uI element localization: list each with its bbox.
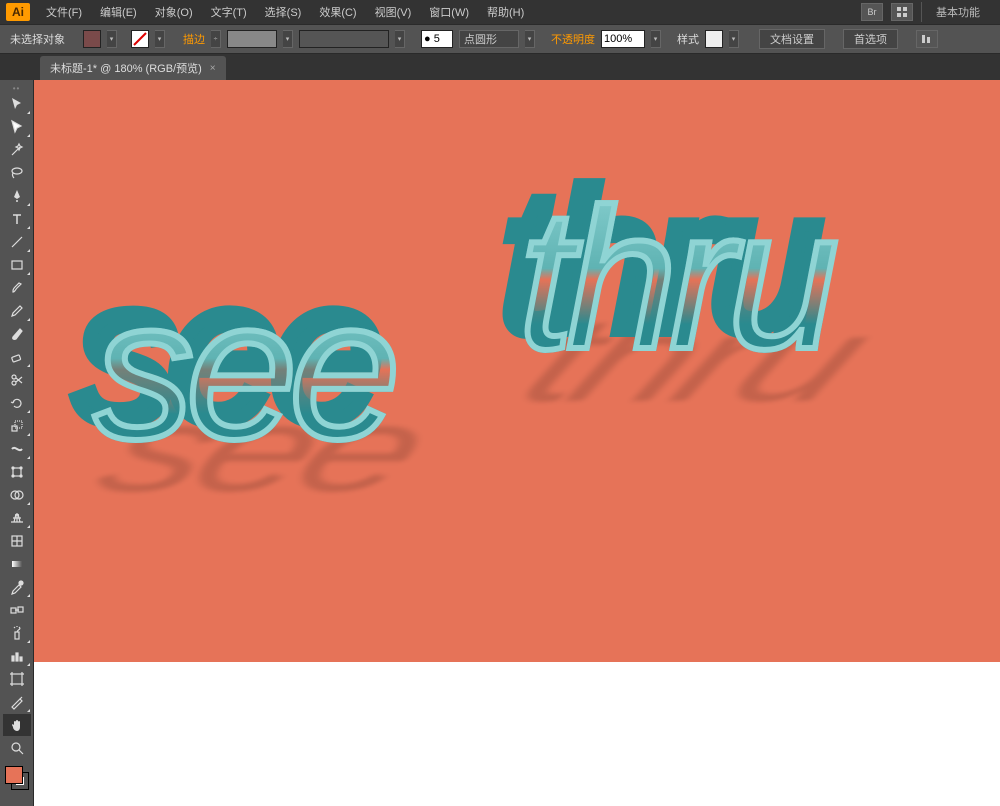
brush-label: 点圆形 (464, 31, 497, 47)
text-face: thru (518, 168, 831, 391)
perspective-grid-tool[interactable] (3, 507, 31, 529)
scale-tool[interactable] (3, 415, 31, 437)
stroke-swatch[interactable] (131, 30, 149, 48)
blend-tool[interactable] (3, 599, 31, 621)
eyedropper-tool[interactable] (3, 576, 31, 598)
rectangle-tool[interactable] (3, 254, 31, 276)
mesh-tool[interactable] (3, 530, 31, 552)
magic-wand-tool[interactable] (3, 139, 31, 161)
stroke-weight-dropdown[interactable]: ÷ (211, 30, 221, 48)
eraser-tool[interactable] (3, 346, 31, 368)
bridge-button[interactable]: Br (861, 3, 883, 21)
close-tab-button[interactable]: × (210, 63, 216, 74)
menu-file[interactable]: 文件(F) (38, 1, 90, 23)
menu-select[interactable]: 选择(S) (257, 1, 310, 23)
artboard-tool[interactable] (3, 668, 31, 690)
paintbrush-tool[interactable] (3, 277, 31, 299)
toolbox-grip[interactable]: •• (0, 84, 33, 92)
fill-swatch[interactable] (83, 30, 101, 48)
graphic-style-swatch[interactable] (705, 30, 723, 48)
opacity-label[interactable]: 不透明度 (551, 31, 595, 47)
text-face: see (94, 258, 392, 481)
no-stroke-icon (132, 31, 148, 47)
brush-definition[interactable]: 点圆形 (459, 30, 519, 48)
artboard: see see see thru thru thru (34, 80, 1000, 662)
fill-color-swatch[interactable] (5, 766, 23, 784)
align-button[interactable] (916, 30, 938, 48)
document-tab[interactable]: 未标题-1* @ 180% (RGB/预览) × (40, 56, 226, 80)
hand-tool[interactable] (3, 714, 31, 736)
variable-width-profile[interactable] (299, 30, 389, 48)
type-tool[interactable] (3, 208, 31, 230)
menu-edit[interactable]: 编辑(E) (92, 1, 145, 23)
stroke-label[interactable]: 描边 (183, 31, 205, 47)
artwork-text: see see see thru thru thru (94, 140, 831, 342)
dot-icon: ● (424, 33, 431, 45)
preferences-button[interactable]: 首选项 (843, 29, 898, 49)
menu-type[interactable]: 文字(T) (203, 1, 255, 23)
menu-object[interactable]: 对象(O) (147, 1, 201, 23)
opacity-field[interactable]: 100% (601, 30, 645, 48)
stroke-dropdown[interactable]: ▾ (155, 30, 165, 48)
vwp-arrow[interactable]: ▾ (395, 30, 405, 48)
document-tab-strip: 未标题-1* @ 180% (RGB/预览) × (0, 54, 1000, 80)
free-transform-tool[interactable] (3, 461, 31, 483)
column-graph-tool[interactable] (3, 645, 31, 667)
app-logo: Ai (6, 3, 30, 21)
stroke-weight-preview[interactable] (227, 30, 277, 48)
shape-builder-tool[interactable] (3, 484, 31, 506)
direct-selection-tool[interactable] (3, 116, 31, 138)
workspace-switcher[interactable]: 基本功能 (921, 2, 994, 22)
stroke-value: 5 (434, 33, 440, 45)
pencil-tool[interactable] (3, 300, 31, 322)
selection-tool[interactable] (3, 93, 31, 115)
align-icon (921, 34, 933, 44)
zoom-tool[interactable] (3, 737, 31, 759)
symbol-sprayer-tool[interactable] (3, 622, 31, 644)
grid-icon (896, 6, 908, 18)
width-tool[interactable] (3, 438, 31, 460)
menu-bar: Ai 文件(F) 编辑(E) 对象(O) 文字(T) 选择(S) 效果(C) 视… (0, 0, 1000, 24)
toolbox: •• (0, 80, 34, 806)
pen-tool[interactable] (3, 185, 31, 207)
slice-tool[interactable] (3, 691, 31, 713)
document-tab-title: 未标题-1* @ 180% (RGB/预览) (50, 60, 202, 76)
document-setup-button[interactable]: 文档设置 (759, 29, 825, 49)
style-arrow[interactable]: ▾ (729, 30, 739, 48)
stroke-weight-arrow[interactable]: ▾ (283, 30, 293, 48)
opacity-arrow[interactable]: ▾ (651, 30, 661, 48)
scissors-tool[interactable] (3, 369, 31, 391)
brush-arrow[interactable]: ▾ (525, 30, 535, 48)
gradient-tool[interactable] (3, 553, 31, 575)
fill-stroke-swatches[interactable] (3, 764, 31, 792)
brush-field[interactable]: ● 5 (421, 30, 453, 48)
fill-dropdown[interactable]: ▾ (107, 30, 117, 48)
rotate-tool[interactable] (3, 392, 31, 414)
blob-brush-tool[interactable] (3, 323, 31, 345)
menu-help[interactable]: 帮助(H) (479, 1, 532, 23)
control-bar: 未选择对象 ▾ ▾ 描边 ÷ ▾ ▾ ● 5 点圆形 ▾ 不透明度 100% ▾… (0, 24, 1000, 54)
selection-status: 未选择对象 (10, 31, 65, 47)
style-label[interactable]: 样式 (677, 31, 699, 47)
menu-effect[interactable]: 效果(C) (311, 1, 364, 23)
menu-window[interactable]: 窗口(W) (421, 1, 477, 23)
line-tool[interactable] (3, 231, 31, 253)
canvas[interactable]: see see see thru thru thru (34, 80, 1000, 806)
lasso-tool[interactable] (3, 162, 31, 184)
arrange-documents-button[interactable] (891, 3, 913, 21)
menu-view[interactable]: 视图(V) (367, 1, 420, 23)
